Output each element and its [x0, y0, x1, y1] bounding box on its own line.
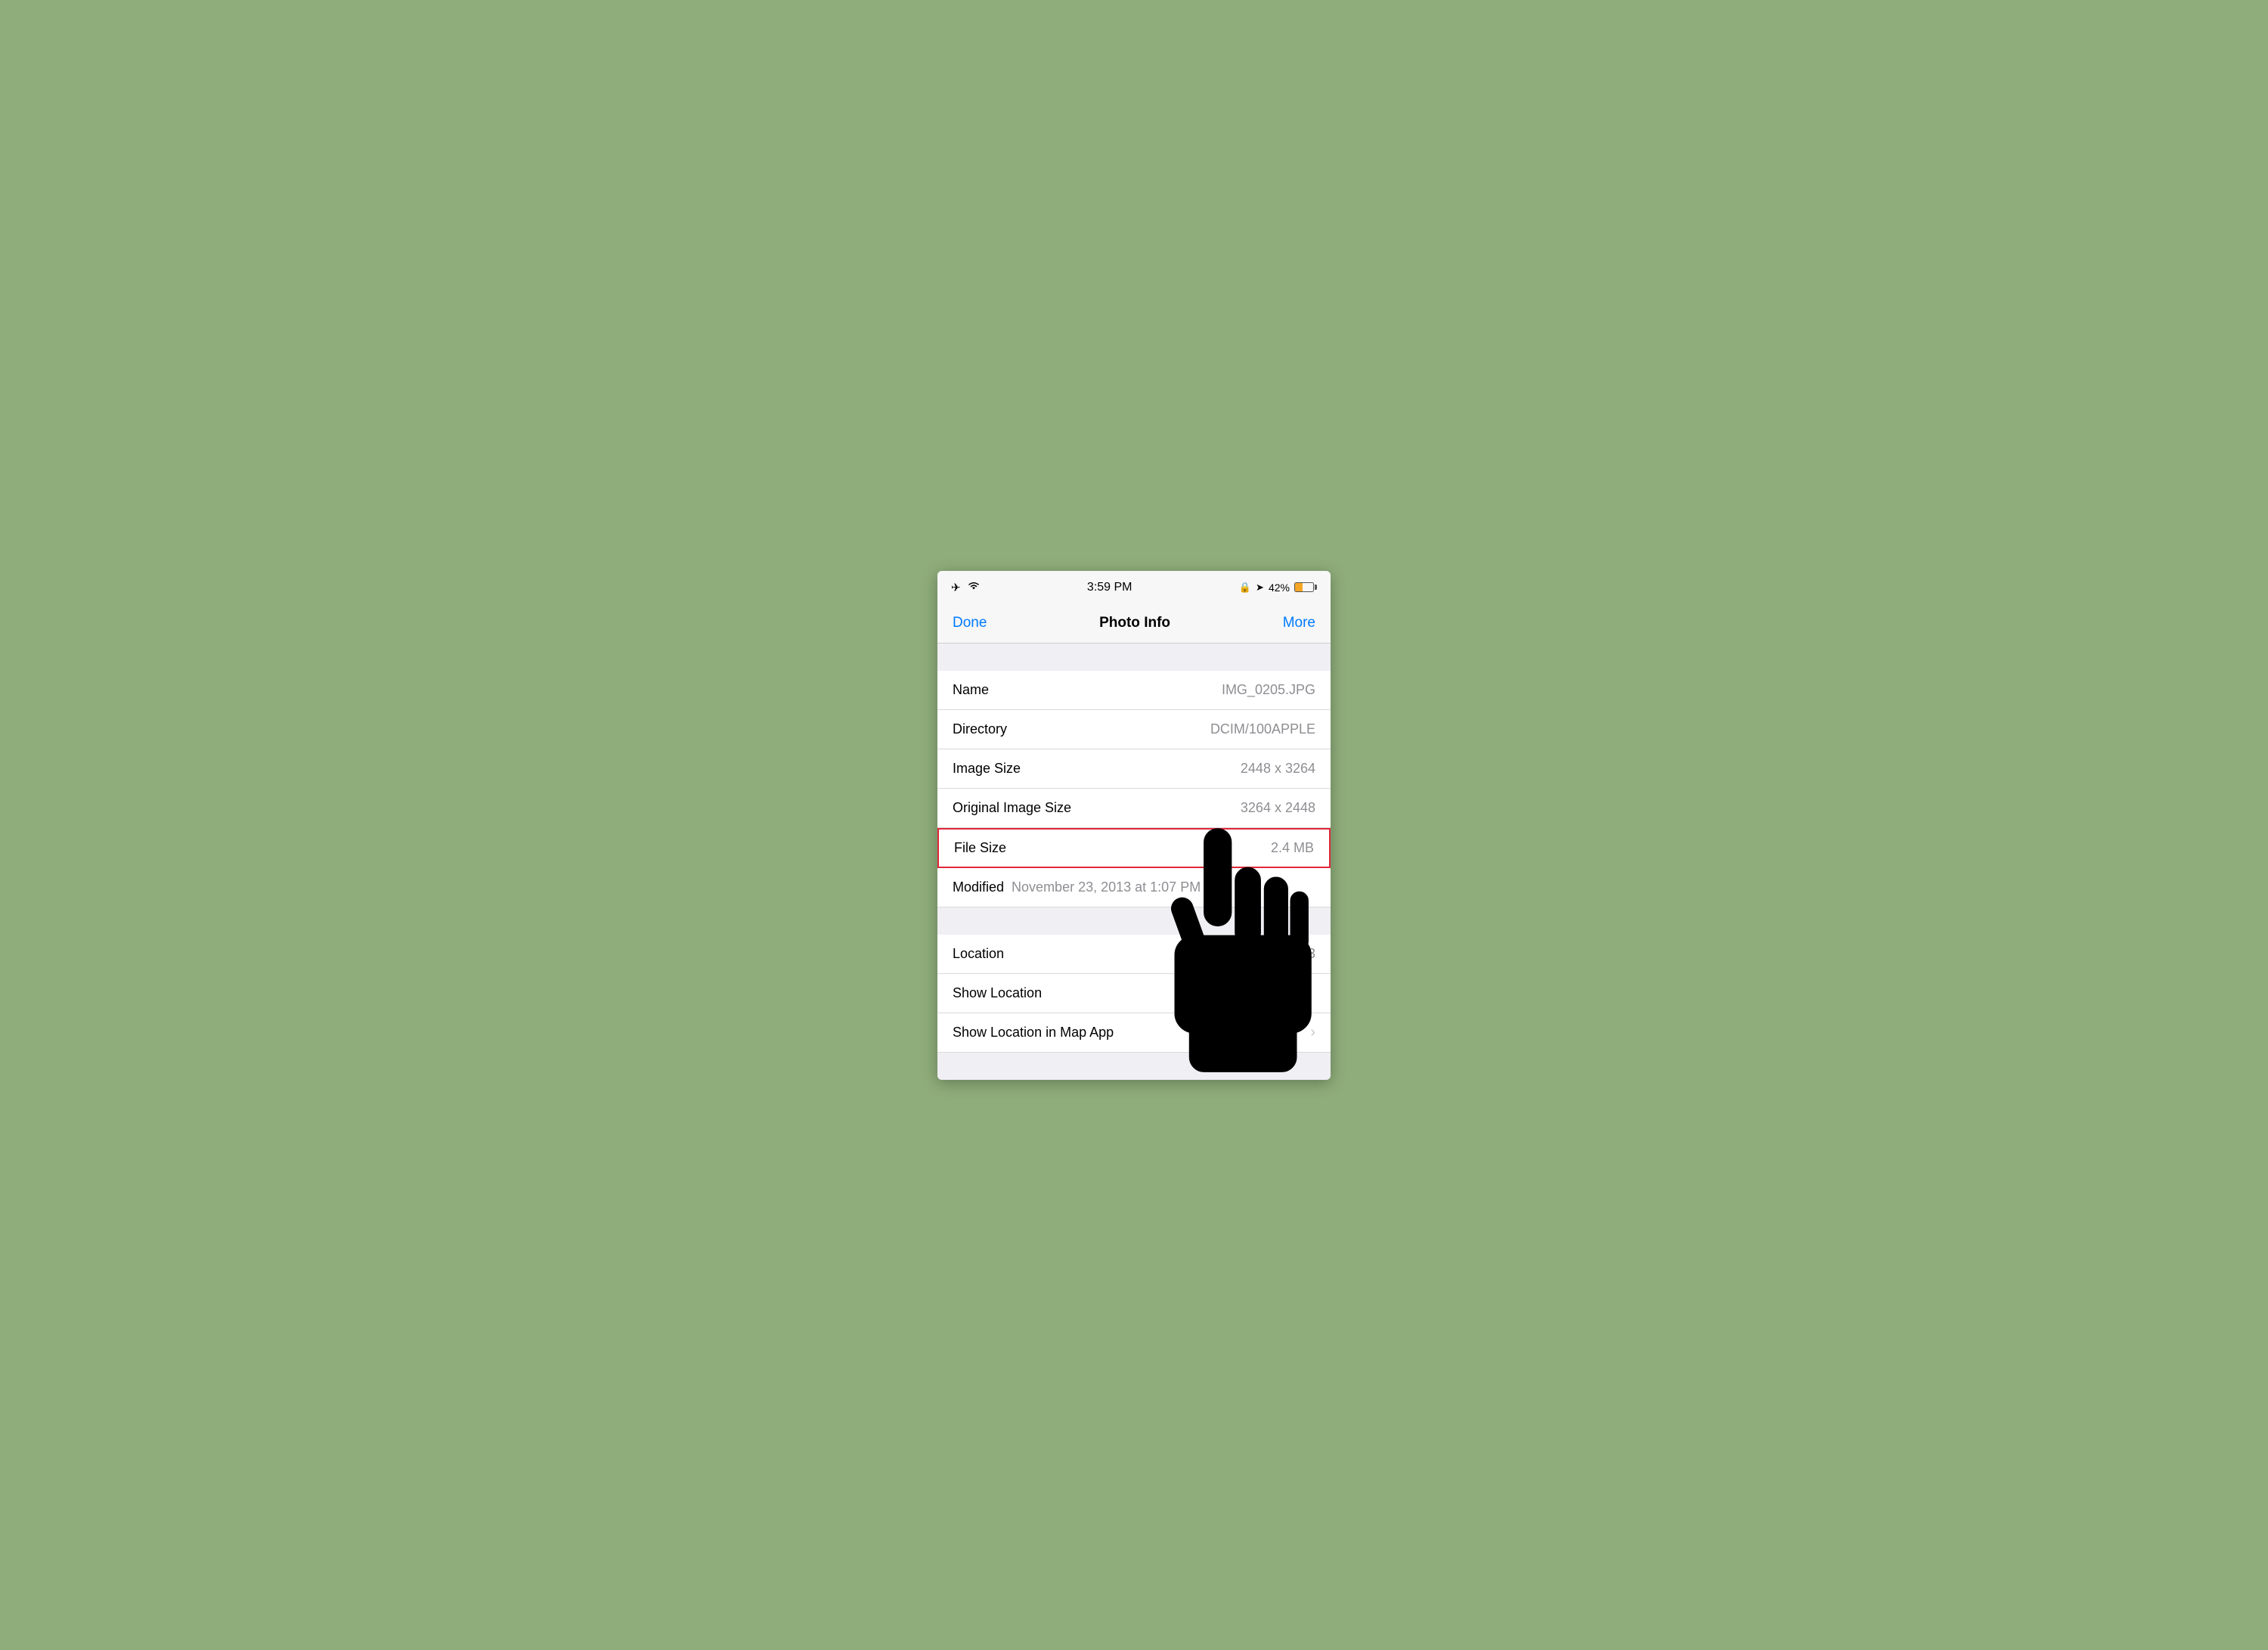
original-image-size-label: Original Image Size [953, 800, 1071, 816]
file-size-label: File Size [954, 840, 1006, 856]
show-location-map-label: Show Location in Map App [953, 1025, 1114, 1041]
location-icon: ➤ [1256, 582, 1264, 594]
wifi-icon [967, 581, 981, 594]
more-button[interactable]: More [1283, 615, 1315, 631]
show-location-map-row[interactable]: Show Location in Map App › [937, 1013, 1331, 1053]
nav-bar: Done Photo Info More [937, 604, 1331, 644]
status-left: ✈ [951, 581, 981, 594]
show-location-label: Show Location [953, 985, 1042, 1001]
name-row: Name IMG_0205.JPG [937, 671, 1331, 710]
modified-label: Modified [953, 879, 1004, 895]
phone-screen: ✈ 3:59 PM 🔒 ➤ 42% [937, 571, 1331, 1080]
status-right: 🔒 ➤ 42% [1239, 582, 1317, 594]
original-image-size-row: Original Image Size 3264 x 2448 [937, 789, 1331, 828]
directory-row: Directory DCIM/100APPLE [937, 710, 1331, 749]
modified-row: Modified November 23, 2013 at 1:07 PM [937, 868, 1331, 907]
lock-icon: 🔒 [1239, 582, 1251, 594]
top-section-divider [937, 644, 1331, 671]
image-size-label: Image Size [953, 761, 1021, 777]
airplane-icon: ✈ [951, 581, 961, 594]
original-image-size-value: 3264 x 2448 [1241, 800, 1315, 816]
directory-label: Directory [953, 721, 1007, 737]
status-time: 3:59 PM [1087, 581, 1132, 594]
battery-icon [1294, 582, 1317, 592]
battery-percent: 42% [1269, 582, 1290, 594]
status-bar: ✈ 3:59 PM 🔒 ➤ 42% [937, 571, 1331, 604]
name-value: IMG_0205.JPG [1222, 682, 1315, 698]
directory-value: DCIM/100APPLE [1210, 721, 1315, 737]
done-button[interactable]: Done [953, 615, 987, 631]
bottom-section-divider [937, 1053, 1331, 1080]
location-row: Location 31.13132 121.36213 [937, 935, 1331, 974]
show-location-row[interactable]: Show Location [937, 974, 1331, 1013]
location-value: 31.13132 121.36213 [1191, 946, 1315, 962]
name-label: Name [953, 682, 989, 698]
image-size-row: Image Size 2448 x 3264 [937, 749, 1331, 789]
chevron-icon: › [1310, 1024, 1315, 1041]
page-title: Photo Info [1099, 615, 1170, 631]
location-label: Location [953, 946, 1004, 962]
modified-value: November 23, 2013 at 1:07 PM [1012, 879, 1201, 895]
file-size-value: 2.4 MB [1271, 840, 1314, 856]
section2-divider [937, 907, 1331, 935]
image-size-value: 2448 x 3264 [1241, 761, 1315, 777]
file-size-row: File Size 2.4 MB [937, 828, 1331, 868]
